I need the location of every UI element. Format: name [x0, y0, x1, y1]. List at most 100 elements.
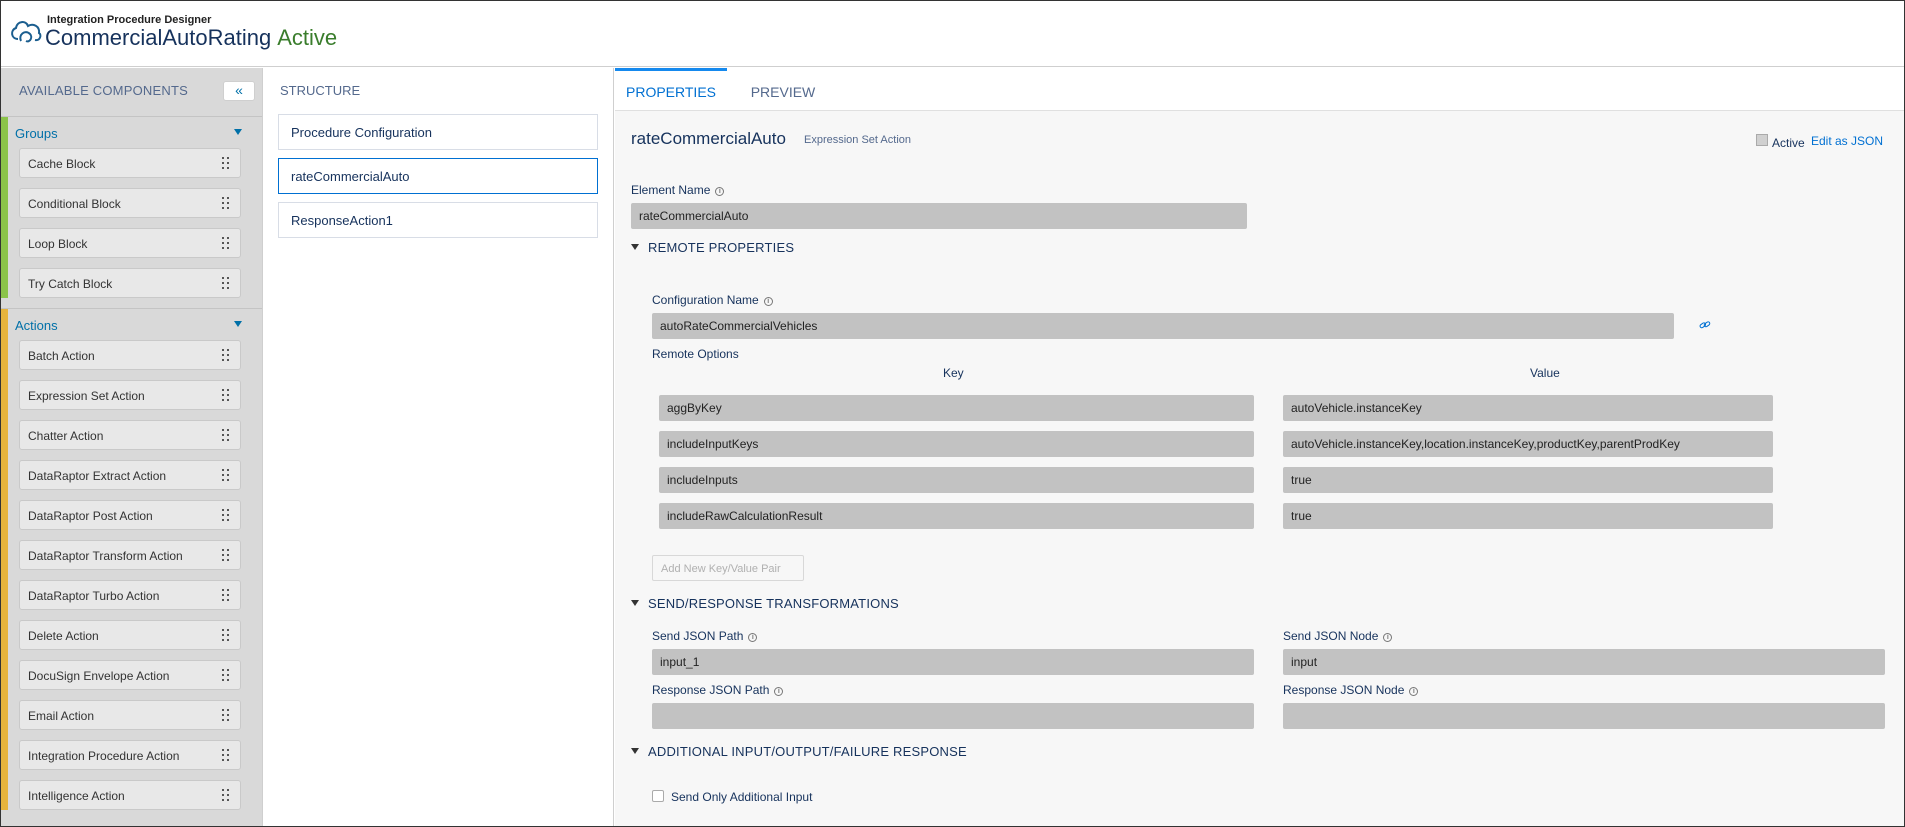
procedure-name: CommercialAutoRating [45, 25, 272, 50]
component-item[interactable]: Batch Action [19, 340, 241, 370]
drag-handle-icon[interactable] [222, 157, 230, 170]
element-type: Expression Set Action [804, 134, 912, 146]
edit-as-json-link[interactable]: Edit as JSON [1811, 134, 1883, 148]
component-label: Conditional Block [28, 197, 121, 211]
drag-handle-icon[interactable] [222, 429, 230, 442]
option-value-field[interactable]: autoVehicle.instanceKey,location.instanc… [1283, 431, 1773, 457]
option-value-field[interactable]: true [1283, 503, 1773, 529]
drag-handle-icon[interactable] [222, 669, 230, 682]
option-value-field[interactable]: true [1283, 467, 1773, 493]
drag-handle-icon[interactable] [222, 749, 230, 762]
link-icon[interactable] [1699, 320, 1711, 330]
chevron-down-icon [631, 244, 639, 250]
value-column-header: Value [1530, 366, 1560, 380]
option-value-value: true [1291, 509, 1312, 523]
drag-handle-icon[interactable] [222, 237, 230, 250]
add-key-value-pair-button[interactable]: Add New Key/Value Pair [652, 555, 804, 581]
component-item[interactable]: Conditional Block [19, 188, 241, 218]
component-item[interactable]: Integration Procedure Action [19, 740, 241, 770]
cloud-logo-icon [11, 21, 42, 43]
component-item[interactable]: DataRaptor Transform Action [19, 540, 241, 570]
send-json-node-field[interactable]: input [1283, 649, 1885, 675]
drag-handle-icon[interactable] [222, 277, 230, 290]
send-json-path-field[interactable]: input_1 [652, 649, 1254, 675]
component-item[interactable]: DataRaptor Post Action [19, 500, 241, 530]
component-item[interactable]: Intelligence Action [19, 780, 241, 810]
send-json-path-text: Send JSON Path [652, 629, 744, 643]
actions-section-header[interactable]: Actions [1, 308, 262, 340]
config-name-label: Configuration Name i [652, 293, 773, 307]
config-name-text: Configuration Name [652, 293, 759, 307]
component-label: DataRaptor Turbo Action [28, 589, 160, 603]
tab-properties[interactable]: PROPERTIES [615, 68, 727, 110]
component-item[interactable]: Delete Action [19, 620, 241, 650]
response-json-node-text: Response JSON Node [1283, 683, 1405, 697]
drag-handle-icon[interactable] [222, 629, 230, 642]
collapse-panel-button[interactable]: « [223, 81, 255, 101]
component-label: Try Catch Block [28, 277, 113, 291]
send-only-additional-input-checkbox[interactable] [652, 790, 664, 802]
drag-handle-icon[interactable] [222, 549, 230, 562]
actions-list: Batch Action Expression Set Action Chatter… [1, 340, 262, 810]
drag-handle-icon[interactable] [222, 589, 230, 602]
option-key-value: includeInputs [667, 473, 738, 487]
component-label: Expression Set Action [28, 389, 145, 403]
info-icon: i [763, 297, 773, 306]
component-item[interactable]: Expression Set Action [19, 380, 241, 410]
config-name-field[interactable]: autoRateCommercialVehicles [652, 313, 1674, 339]
option-key-value: includeInputKeys [667, 437, 759, 451]
section-accent [1, 308, 8, 810]
drag-handle-icon[interactable] [222, 389, 230, 402]
send-response-section[interactable]: SEND/RESPONSE TRANSFORMATIONS [631, 596, 899, 611]
config-name-value: autoRateCommercialVehicles [660, 319, 818, 333]
section-title: ADDITIONAL INPUT/OUTPUT/FAILURE RESPONSE [648, 744, 967, 759]
component-label: Integration Procedure Action [28, 749, 180, 763]
page-title: CommercialAutoRating Active [45, 25, 337, 51]
drag-handle-icon[interactable] [222, 709, 230, 722]
drag-handle-icon[interactable] [222, 197, 230, 210]
element-title: rateCommercialAuto [631, 129, 786, 148]
chevron-down-icon [234, 129, 242, 135]
drag-handle-icon[interactable] [222, 509, 230, 522]
component-item[interactable]: DataRaptor Turbo Action [19, 580, 241, 610]
option-key-value: includeRawCalculationResult [667, 509, 823, 523]
groups-section-header[interactable]: Groups [1, 116, 262, 148]
component-label: DataRaptor Extract Action [28, 469, 167, 483]
info-icon: i [1383, 633, 1393, 642]
groups-section: Groups Cache Block Conditional Block Loop … [1, 116, 262, 298]
active-checkbox[interactable] [1756, 134, 1768, 146]
response-json-node-field[interactable] [1283, 703, 1885, 729]
info-icon: i [748, 633, 758, 642]
structure-panel: STRUCTURE Procedure Configuration rateCo… [264, 68, 614, 826]
component-item[interactable]: DataRaptor Extract Action [19, 460, 241, 490]
add-pair-label: Add New Key/Value Pair [661, 563, 781, 575]
component-item[interactable]: Try Catch Block [19, 268, 241, 298]
option-key-field[interactable]: includeRawCalculationResult [659, 503, 1254, 529]
option-key-field[interactable]: aggByKey [659, 395, 1254, 421]
response-json-path-text: Response JSON Path [652, 683, 770, 697]
component-label: DocuSign Envelope Action [28, 669, 170, 683]
structure-node[interactable]: Procedure Configuration [278, 114, 598, 150]
component-label: Cache Block [28, 157, 96, 171]
option-key-field[interactable]: includeInputKeys [659, 431, 1254, 457]
structure-node[interactable]: ResponseAction1 [278, 202, 598, 238]
response-json-path-field[interactable] [652, 703, 1254, 729]
additional-io-section[interactable]: ADDITIONAL INPUT/OUTPUT/FAILURE RESPONSE [631, 744, 967, 759]
panel-header: AVAILABLE COMPONENTS « [1, 68, 262, 114]
drag-handle-icon[interactable] [222, 789, 230, 802]
key-column-header: Key [943, 366, 964, 380]
element-name-field[interactable]: rateCommercialAuto [631, 203, 1247, 229]
option-key-field[interactable]: includeInputs [659, 467, 1254, 493]
component-item[interactable]: Loop Block [19, 228, 241, 258]
component-item[interactable]: DocuSign Envelope Action [19, 660, 241, 690]
send-json-node-text: Send JSON Node [1283, 629, 1379, 643]
drag-handle-icon[interactable] [222, 349, 230, 362]
option-value-field[interactable]: autoVehicle.instanceKey [1283, 395, 1773, 421]
drag-handle-icon[interactable] [222, 469, 230, 482]
component-item[interactable]: Email Action [19, 700, 241, 730]
component-item[interactable]: Chatter Action [19, 420, 241, 450]
structure-node-selected[interactable]: rateCommercialAuto [278, 158, 598, 194]
tab-preview[interactable]: PREVIEW [727, 68, 839, 110]
remote-properties-section[interactable]: REMOTE PROPERTIES [631, 240, 794, 255]
component-item[interactable]: Cache Block [19, 148, 241, 178]
